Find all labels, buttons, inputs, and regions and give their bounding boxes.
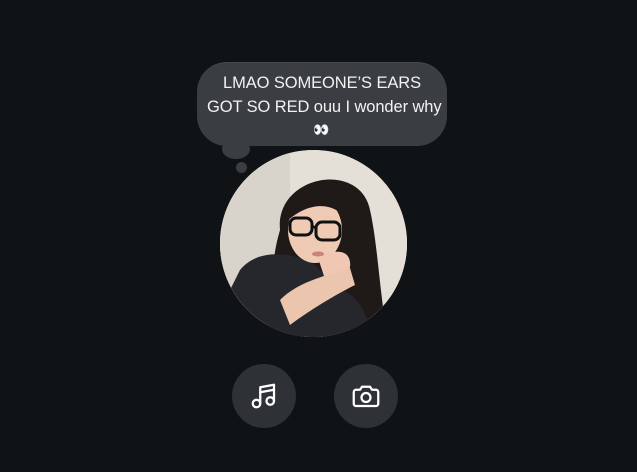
- profile-avatar[interactable]: [220, 150, 407, 337]
- music-note-icon: [251, 383, 276, 409]
- camera-button[interactable]: [334, 364, 398, 428]
- music-button[interactable]: [232, 364, 296, 428]
- avatar-photo: [220, 150, 407, 337]
- note-text-line-1: LMAO SOMEONE’S EARS: [223, 74, 421, 92]
- eyes-emoji: 👀: [313, 122, 331, 137]
- thought-bubble-dot-small: [236, 162, 247, 173]
- note-text-line-2: GOT SO RED ouu I wonder why: [207, 98, 442, 116]
- profile-note-screen: LMAO SOMEONE’S EARS GOT SO RED ouu I won…: [0, 0, 637, 472]
- note-bubble[interactable]: LMAO SOMEONE’S EARS GOT SO RED ouu I won…: [197, 62, 447, 146]
- camera-icon: [352, 385, 380, 408]
